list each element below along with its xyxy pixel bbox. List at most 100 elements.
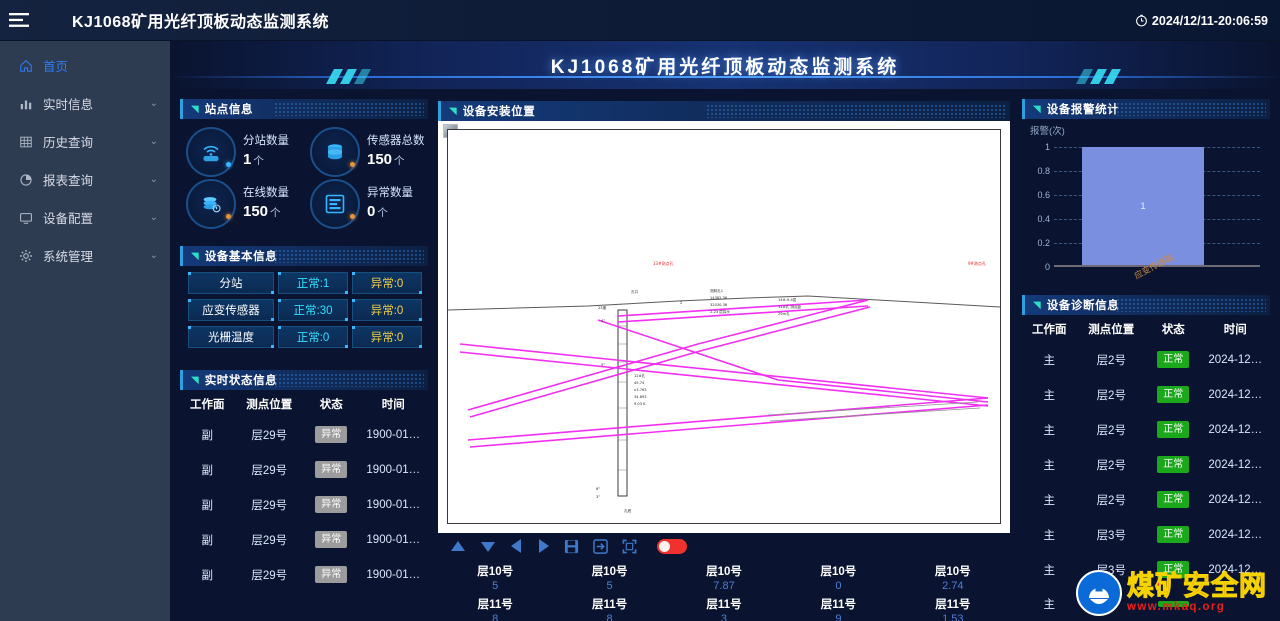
- pan-left-button[interactable]: [510, 538, 523, 554]
- site-card-unit: 个: [253, 155, 264, 168]
- svg-text:13#测点孔: 13#测点孔: [653, 260, 673, 266]
- device-name: 分站: [188, 272, 274, 294]
- realtime-status-panel: ◥ 实时状态信息 工作面 测点位置 状态 时间 副 层29号 异常 1900-0…: [180, 370, 428, 592]
- table-row[interactable]: 主 层2号 正常 2024-12…: [1022, 342, 1270, 377]
- install-position-panel: ◥ 设备安装位置 孔口 23度 4° 5° 6° 3° 孔底 2 测斜孔1 14…: [438, 101, 1010, 621]
- cell-status: 正常: [1146, 412, 1201, 447]
- site-card-sensor-total[interactable]: 传感器总数 150 个: [304, 127, 428, 177]
- chevron-down-icon: ⌄: [149, 212, 158, 223]
- cell-face: 主: [1043, 354, 1056, 367]
- sidebar-item-report[interactable]: 报表查询 ⌄: [0, 161, 170, 198]
- table-row[interactable]: 副 层29号 异常 1900-01…: [180, 487, 428, 522]
- cell-face: 副: [201, 429, 214, 442]
- readout-cell[interactable]: 层10号 2.74: [896, 562, 1010, 595]
- sidebar-item-realtime[interactable]: 实时信息 ⌄: [0, 85, 170, 122]
- table-row[interactable]: 主 层3号 正常 2024-12…: [1022, 517, 1270, 552]
- realtime-status-body: 副 层29号 异常 1900-01… 副 层29号 异常 1900-01… 副 …: [180, 417, 428, 592]
- panel-title: 设备安装位置: [462, 106, 536, 118]
- app-root: KJ1068矿用光纤顶板动态监测系统 2024/12/11-20:06:59 首…: [0, 0, 1280, 621]
- sidebar-item-device-config[interactable]: 设备配置 ⌄: [0, 199, 170, 236]
- table-row[interactable]: 主 层2号 正常 2024-12…: [1022, 377, 1270, 412]
- svg-text:测斜孔1: 测斜孔1: [710, 288, 723, 293]
- table-row[interactable]: 主 层2号 正常 2024-12…: [1022, 412, 1270, 447]
- readout-value: 9: [835, 613, 842, 621]
- drawing-toolbar: [438, 533, 1010, 559]
- device-abnormal-count: 异常:0: [352, 299, 422, 321]
- readout-cell[interactable]: 层10号 0: [781, 562, 895, 595]
- pan-down-button[interactable]: [480, 540, 496, 553]
- panel-header: ◥ 设备基本信息: [180, 246, 428, 266]
- measurement-readouts: 层10号 5 层10号 5 层10号 7.87 层10号 0 层10号 2.74…: [438, 559, 1010, 621]
- export-button[interactable]: [593, 538, 608, 554]
- sidebar-item-history[interactable]: 历史查询 ⌄: [0, 123, 170, 160]
- cell-point: 层3号: [1096, 529, 1126, 542]
- save-button[interactable]: [564, 539, 579, 554]
- site-card-online[interactable]: 在线数量 150 个: [180, 179, 304, 229]
- readout-cell[interactable]: 层11号 1.53: [896, 595, 1010, 621]
- cell-time: 1900-01…: [366, 568, 421, 581]
- device-normal-count: 正常:0: [278, 326, 348, 348]
- status-badge: 正常: [1157, 421, 1190, 438]
- readout-cell[interactable]: 层10号 5: [438, 562, 552, 595]
- readout-name: 层11号: [820, 599, 856, 611]
- panel-marker-icon: ◥: [1033, 299, 1041, 311]
- table-row[interactable]: 副 层29号 异常 1900-01…: [180, 557, 428, 592]
- status-badge: 异常: [315, 531, 348, 548]
- chart-y-axis-label: 报警(次): [1030, 126, 1065, 137]
- site-card-abnormal[interactable]: 异常数量 0个: [304, 179, 428, 229]
- readout-cell[interactable]: 层11号 8: [552, 595, 666, 621]
- site-card-unit: 个: [394, 155, 405, 168]
- y-tick: 0.6: [1037, 190, 1050, 200]
- display-toggle[interactable]: [657, 538, 687, 554]
- table-header-row: 工作面 测点位置 状态 时间: [1022, 315, 1270, 342]
- panel-dot-decor: [274, 373, 424, 387]
- readout-name: 层10号: [706, 566, 742, 578]
- readout-cell[interactable]: 层11号 9: [781, 595, 895, 621]
- cell-face: 副: [201, 534, 214, 547]
- device-normal-count: 正常:1: [278, 272, 348, 294]
- table-row: 光栅温度 正常:0 异常:0: [188, 326, 422, 348]
- cell-status: 异常: [304, 487, 359, 522]
- cell-time: 2024-12…: [1208, 353, 1263, 366]
- pan-right-button[interactable]: [537, 538, 550, 554]
- table-row[interactable]: 副 层29号 异常 1900-01…: [180, 452, 428, 487]
- y-tick: 1: [1044, 142, 1050, 152]
- site-card-unit: 个: [270, 207, 281, 220]
- col-time: 时间: [381, 399, 405, 411]
- sidebar-item-system[interactable]: 系统管理 ⌄: [0, 237, 170, 274]
- pan-up-button[interactable]: [450, 540, 466, 553]
- readout-cell[interactable]: 层11号 3: [667, 595, 781, 621]
- readout-value: 5: [492, 580, 499, 592]
- cell-time: 1900-01…: [366, 498, 421, 511]
- arrow-up-icon: [451, 540, 465, 551]
- svg-text:2-23 层探头: 2-23 层探头: [710, 309, 730, 314]
- database-stack-icon: [186, 179, 236, 229]
- panel-title: 设备报警统计: [1046, 104, 1120, 116]
- readout-cell[interactable]: 层11号 8: [438, 595, 552, 621]
- table-row[interactable]: 副 层29号 异常 1900-01…: [180, 522, 428, 557]
- table-row[interactable]: 主 层2号 正常 2024-12…: [1022, 482, 1270, 517]
- sidebar-item-label: 系统管理: [43, 250, 94, 264]
- panel-dot-decor: [1116, 102, 1266, 116]
- table-row[interactable]: 主 层2号 正常 2024-12…: [1022, 447, 1270, 482]
- readout-cell[interactable]: 层10号 5: [552, 562, 666, 595]
- panel-title: 站点信息: [204, 104, 254, 116]
- readout-cell[interactable]: 层10号 7.87: [667, 562, 781, 595]
- svg-text:32030.36: 32030.36: [710, 303, 728, 307]
- status-badge: 正常: [1157, 526, 1190, 543]
- panel-dot-decor: [1116, 298, 1266, 312]
- hamburger-icon[interactable]: [0, 0, 38, 41]
- status-badge: 异常: [315, 496, 348, 513]
- drawing-area[interactable]: 孔口 23度 4° 5° 6° 3° 孔底 2 测斜孔1 14382.36 32…: [438, 121, 1010, 533]
- clock-display: 2024/12/11-20:06:59: [1135, 0, 1268, 41]
- cell-face: 主: [1043, 459, 1056, 472]
- fullscreen-button[interactable]: [622, 539, 637, 554]
- sidebar-item-home[interactable]: 首页: [0, 47, 170, 84]
- site-card-substations[interactable]: 分站数量 1个: [180, 127, 304, 177]
- site-card-label: 传感器总数: [367, 134, 425, 147]
- panel-dot-decor: [706, 104, 1006, 118]
- cad-canvas[interactable]: 孔口 23度 4° 5° 6° 3° 孔底 2 测斜孔1 14382.36 32…: [447, 129, 1001, 524]
- bar-strain-sensor[interactable]: 1: [1082, 147, 1204, 265]
- table-row[interactable]: 副 层29号 异常 1900-01…: [180, 417, 428, 452]
- device-normal-count: 正常:30: [278, 299, 348, 321]
